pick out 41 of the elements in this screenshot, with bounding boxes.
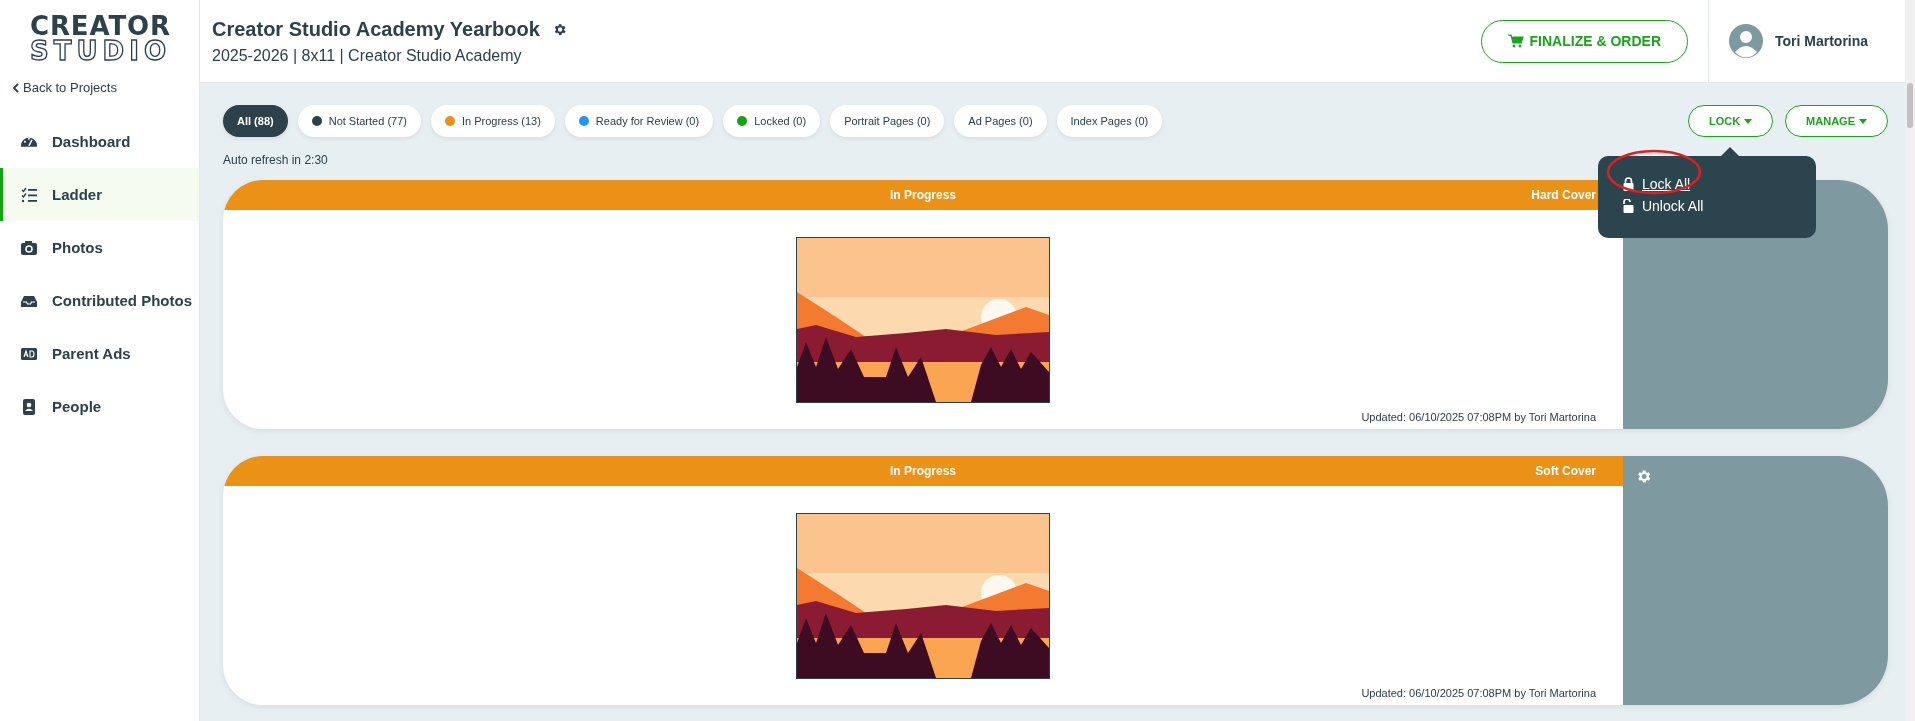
filter-chip[interactable]: Not Started (77)	[297, 105, 421, 137]
sidebar-item[interactable]: People	[0, 380, 199, 433]
filter-chip[interactable]: Ready for Review (0)	[564, 105, 714, 137]
gauge-icon	[20, 136, 38, 147]
camera-icon	[20, 238, 38, 257]
filter-chip[interactable]: Portrait Pages (0)	[830, 105, 945, 137]
creator-studio-logo: CREATOR STUDIO	[24, 12, 175, 64]
scrollbar-thumb[interactable]	[1907, 83, 1913, 128]
padlock-icon	[1622, 177, 1634, 191]
sidebar-item[interactable]: Contributed Photos	[0, 274, 199, 327]
caret-icon	[1744, 118, 1753, 124]
filter-chip[interactable]: In Progress (13)	[430, 105, 555, 137]
back-to-projects-link[interactable]: Back to Projects	[13, 80, 117, 95]
user-name: Tori Martorina	[1775, 33, 1869, 49]
page-status: In Progress	[890, 464, 956, 478]
yearbook-title: Creator Studio Academy Yearbook	[212, 17, 540, 41]
checklist-icon	[20, 185, 38, 204]
cart-icon	[1507, 34, 1524, 48]
menu-item[interactable]: Unlock All	[1622, 198, 1704, 214]
chevron-left-icon	[13, 82, 19, 93]
sidebar-item[interactable]: Dashboard	[0, 115, 199, 168]
updated-info: Updated: 06/10/2025 07:08PM by Tori Martorina	[1361, 687, 1596, 699]
filter-chip[interactable]: Locked (0)	[723, 105, 821, 137]
avatar-icon[interactable]	[1729, 24, 1763, 58]
contact-card-icon	[20, 397, 38, 416]
filter-chip[interactable]: Index Pages (0)	[1056, 105, 1163, 137]
sidebar-item[interactable]: Ladder	[0, 168, 199, 221]
updated-info: Updated: 06/10/2025 07:08PM by Tori Martorina	[1361, 411, 1596, 423]
caret-icon	[1859, 118, 1867, 124]
cover-type: Soft Cover	[1535, 464, 1596, 478]
sidebar-item[interactable]: Parent Ads	[0, 327, 199, 380]
filter-chip[interactable]: All (88)	[223, 105, 288, 137]
yearbook-details: 2025-2026 | 8x11 | Creator Studio Academy	[212, 46, 523, 65]
cover-type: Hard Cover	[1531, 188, 1596, 202]
landscape-illustration[interactable]	[796, 237, 1050, 403]
sidebar-item[interactable]: Photos	[0, 221, 199, 274]
filter-chip[interactable]: Ad Pages (0)	[954, 105, 1047, 137]
page-status: In Progress	[890, 188, 956, 202]
landscape-illustration[interactable]	[796, 513, 1050, 679]
auto-refresh-text: Auto refresh in 2:30	[223, 153, 329, 167]
open-padlock-icon	[1622, 199, 1634, 213]
